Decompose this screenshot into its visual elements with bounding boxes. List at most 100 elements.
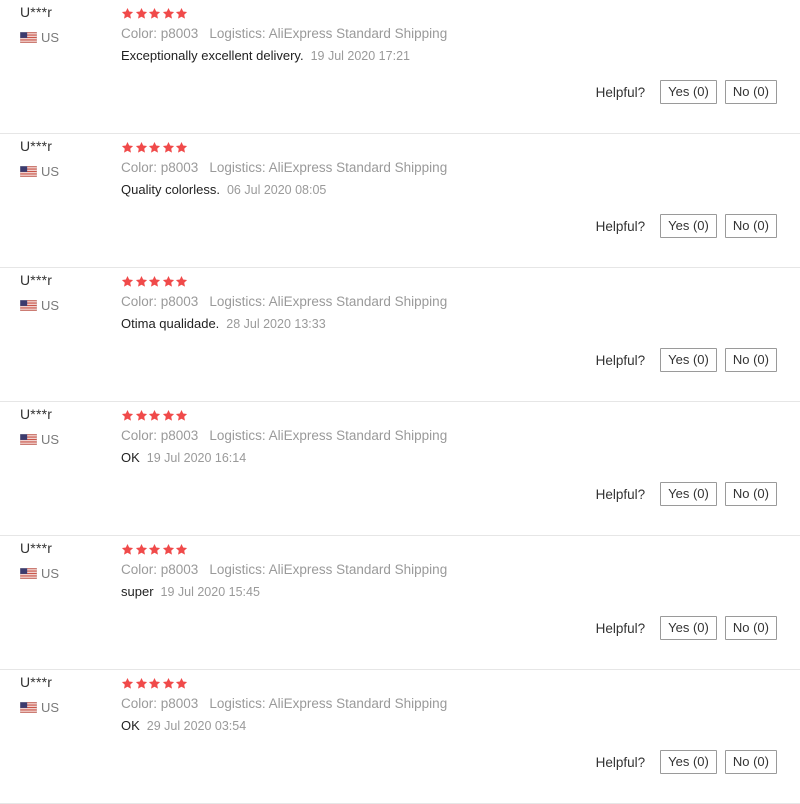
color-option: Color: p8003 (121, 428, 199, 443)
star-icon (162, 543, 174, 555)
review-date: 06 Jul 2020 08:05 (226, 183, 327, 197)
helpful-label: Helpful? (595, 352, 646, 368)
helpful-yes-button[interactable]: Yes (0) (660, 750, 717, 774)
review-text: super (121, 584, 154, 599)
logistics-info: Logistics: AliExpress Standard Shipping (209, 294, 448, 309)
helpful-label: Helpful? (595, 84, 646, 100)
helpful-no-button[interactable]: No (0) (724, 214, 777, 238)
star-rating (121, 542, 189, 556)
star-icon (135, 543, 147, 555)
reviewer-name: U***r (20, 674, 53, 690)
review-meta: Color: p8003 Logistics: AliExpress Standa… (121, 294, 447, 309)
reviews-list: U***r US Color: p8003 Logistics: AliExpre… (0, 0, 800, 804)
review-date: 19 Jul 2020 16:14 (146, 451, 247, 465)
star-icon (175, 7, 188, 19)
review-meta: Color: p8003 Logistics: AliExpress Standa… (121, 696, 447, 711)
color-option: Color: p8003 (121, 696, 199, 711)
review-date: 28 Jul 2020 13:33 (226, 317, 326, 331)
review-text: OK (121, 718, 140, 733)
review-item: U***r US Color: p8003 Logistics: AliExpre… (0, 402, 800, 536)
reviewer-name: U***r (20, 138, 53, 154)
star-icon (148, 409, 161, 421)
review-meta: Color: p8003 Logistics: AliExpress Standa… (121, 26, 447, 41)
helpful-no-button[interactable]: No (0) (724, 348, 777, 372)
star-rating (121, 408, 189, 422)
country-code: US (41, 163, 60, 179)
logistics-info: Logistics: AliExpress Standard Shipping (209, 696, 448, 711)
reviewer-name: U***r (20, 540, 53, 556)
star-icon (135, 409, 147, 421)
review-meta: Color: p8003 Logistics: AliExpress Standa… (121, 428, 447, 443)
feedback-line: Otima qualidade. 28 Jul 2020 13:33 (121, 316, 326, 331)
review-item: U***r US Color: p8003 Logistics: AliExpre… (0, 536, 800, 670)
star-icon (162, 7, 174, 19)
helpful-row: Helpful? Yes (0) No (0) (596, 214, 777, 238)
review-date: 19 Jul 2020 17:21 (310, 49, 410, 63)
country-code: US (41, 431, 60, 447)
star-icon (175, 409, 188, 421)
review-text: Otima qualidade. (121, 316, 220, 331)
star-icon (175, 141, 188, 153)
feedback-line: Quality colorless. 06 Jul 2020 08:05 (121, 182, 326, 197)
star-icon (148, 543, 161, 555)
star-icon (135, 141, 147, 153)
star-rating (121, 274, 189, 288)
star-icon (148, 141, 161, 153)
us-flag-icon (20, 433, 41, 445)
helpful-no-button[interactable]: No (0) (724, 616, 777, 640)
review-date: 29 Jul 2020 03:54 (146, 719, 247, 733)
reviewer-name: U***r (20, 406, 53, 422)
star-icon (121, 7, 134, 19)
star-rating (121, 140, 189, 154)
reviewer-country: US (20, 29, 59, 45)
country-code: US (41, 699, 60, 715)
reviewer-name: U***r (20, 272, 53, 288)
helpful-row: Helpful? Yes (0) No (0) (596, 482, 777, 506)
helpful-row: Helpful? Yes (0) No (0) (596, 750, 777, 774)
reviewer-country: US (20, 297, 59, 313)
color-option: Color: p8003 (121, 562, 199, 577)
star-icon (121, 543, 134, 555)
logistics-info: Logistics: AliExpress Standard Shipping (209, 428, 448, 443)
star-icon (162, 141, 174, 153)
reviewer-country: US (20, 431, 59, 447)
star-icon (148, 677, 161, 689)
us-flag-icon (20, 165, 41, 177)
feedback-line: super 19 Jul 2020 15:45 (121, 584, 260, 599)
helpful-yes-button[interactable]: Yes (0) (660, 348, 717, 372)
star-icon (121, 141, 134, 153)
star-icon (162, 677, 174, 689)
helpful-row: Helpful? Yes (0) No (0) (596, 80, 777, 104)
review-item: U***r US Color: p8003 Logistics: AliExpre… (0, 0, 800, 134)
helpful-label: Helpful? (595, 486, 646, 502)
helpful-yes-button[interactable]: Yes (0) (660, 482, 717, 506)
feedback-line: Exceptionally excellent delivery. 19 Jul … (121, 48, 410, 63)
star-icon (121, 677, 134, 689)
helpful-no-button[interactable]: No (0) (724, 482, 777, 506)
helpful-yes-button[interactable]: Yes (0) (660, 214, 717, 238)
review-text: Exceptionally excellent delivery. (121, 48, 304, 63)
helpful-yes-button[interactable]: Yes (0) (660, 616, 717, 640)
star-icon (121, 409, 134, 421)
review-text: OK (121, 450, 140, 465)
star-icon (162, 409, 174, 421)
star-icon (175, 677, 188, 689)
us-flag-icon (20, 31, 41, 43)
logistics-info: Logistics: AliExpress Standard Shipping (209, 160, 448, 175)
star-icon (148, 275, 161, 287)
helpful-no-button[interactable]: No (0) (724, 750, 777, 774)
star-rating (121, 6, 189, 20)
logistics-info: Logistics: AliExpress Standard Shipping (209, 562, 448, 577)
helpful-yes-button[interactable]: Yes (0) (660, 80, 717, 104)
star-icon (175, 275, 188, 287)
feedback-line: OK 19 Jul 2020 16:14 (121, 450, 246, 465)
helpful-no-button[interactable]: No (0) (724, 80, 777, 104)
helpful-row: Helpful? Yes (0) No (0) (596, 616, 777, 640)
reviewer-country: US (20, 699, 59, 715)
review-text: Quality colorless. (121, 182, 220, 197)
color-option: Color: p8003 (121, 294, 199, 309)
country-code: US (41, 297, 60, 313)
us-flag-icon (20, 567, 41, 579)
star-icon (135, 275, 147, 287)
star-rating (121, 676, 189, 690)
